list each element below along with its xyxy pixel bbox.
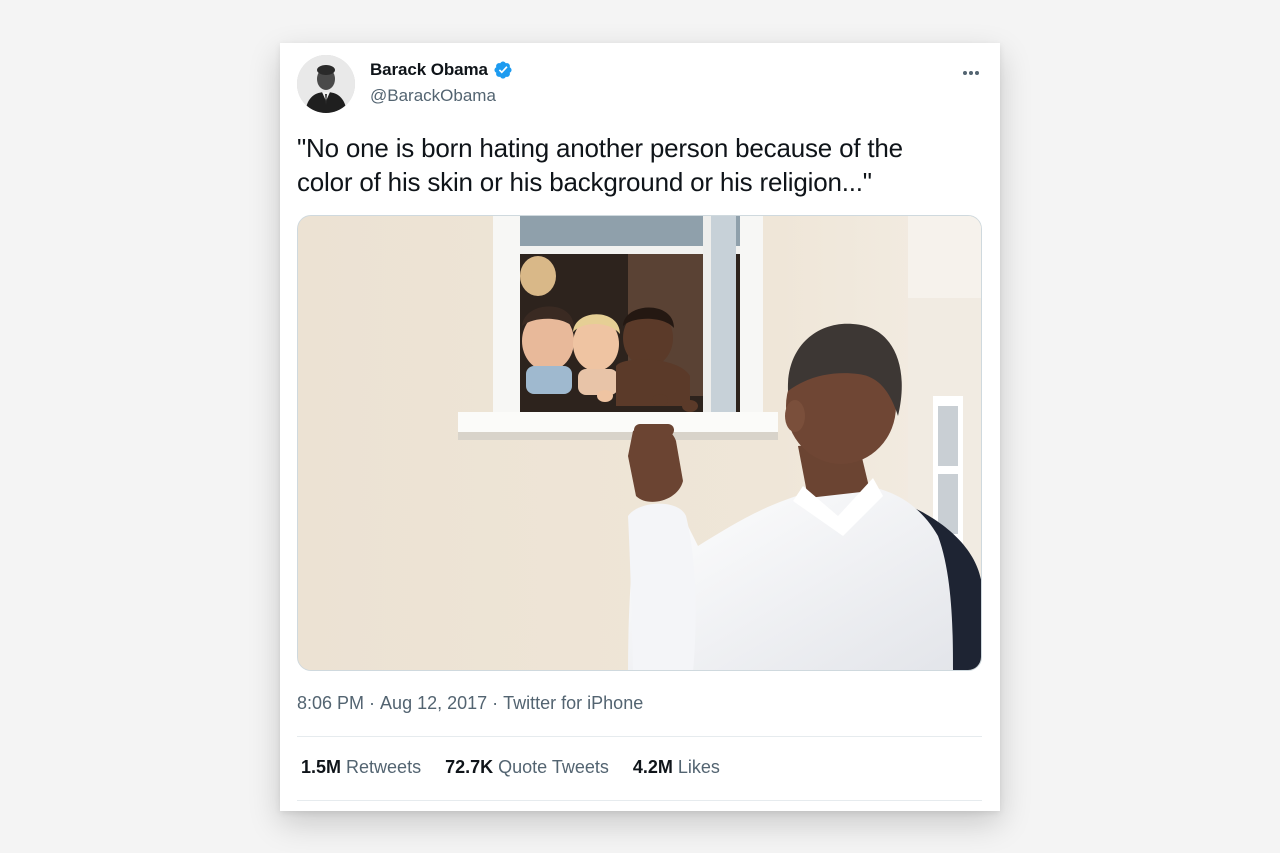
tweet-photo-illustration [298,216,981,670]
divider [297,736,982,737]
tweet-source[interactable]: Twitter for iPhone [503,693,643,714]
tweet-date[interactable]: Aug 12, 2017 [380,693,487,714]
author-handle[interactable]: @BarackObama [370,86,513,106]
verified-badge-icon [493,60,513,80]
tweet-time[interactable]: 8:06 PM [297,693,364,714]
retweets-stat[interactable]: 1.5M Retweets [301,757,421,778]
page-background: Barack Obama @BarackObama "No one is bor… [0,0,1280,853]
more-horizontal-icon[interactable] [960,65,982,81]
avatar[interactable] [297,55,355,113]
quote-tweets-count: 72.7K [445,757,494,777]
quote-tweets-label: Quote Tweets [498,757,609,777]
tweet-card: Barack Obama @BarackObama "No one is bor… [280,43,1000,811]
avatar-image [297,55,355,113]
tweet-meta: 8:06 PM · Aug 12, 2017 · Twitter for iPh… [297,693,643,714]
tweet-text: "No one is born hating another person be… [297,133,903,197]
tweet-photo[interactable] [297,215,982,671]
likes-count: 4.2M [632,757,673,777]
meta-separator: · [492,693,499,713]
author-name[interactable]: Barack Obama [370,60,488,80]
meta-separator: · [369,693,376,713]
likes-label: Likes [677,757,720,777]
author-name-row: Barack Obama [370,59,513,81]
author-block: Barack Obama @BarackObama [370,59,513,106]
retweets-count: 1.5M [301,757,342,777]
retweets-label: Retweets [346,757,422,777]
divider [297,800,982,801]
likes-stat[interactable]: 4.2M Likes [633,757,720,778]
tweet-stats: 1.5M Retweets 72.7K Quote Tweets 4.2M Likes [301,757,720,778]
quote-tweets-stat[interactable]: 72.7K Quote Tweets [445,757,609,778]
